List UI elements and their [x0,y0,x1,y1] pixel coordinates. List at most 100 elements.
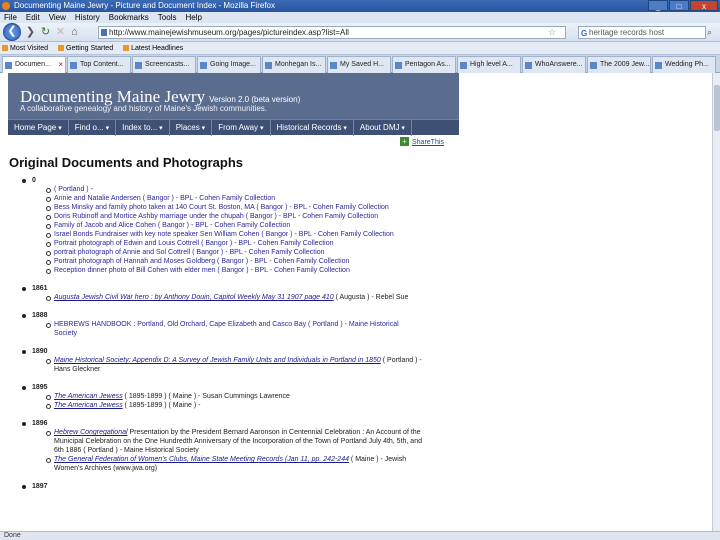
site-nav-item[interactable]: From Away [212,120,271,136]
item-list: HEBREWS HANDBOOK : Portland, Old Orchard… [32,320,422,338]
menu-tools[interactable]: Tools [158,12,177,23]
year-label: 0 [32,177,36,184]
bookmark-star-icon[interactable]: ☆ [548,27,556,38]
list-item: Portrait photograph of Hannah and Moses … [46,257,422,266]
item-details: ( 1895-1899 ) ( Maine ) - Susan Cummings… [122,393,290,400]
item-list: The American Jewess ( 1895-1899 ) ( Main… [32,392,422,410]
document-link[interactable]: Augusta Jewish Civil War hero : by Antho… [54,294,334,301]
browser-tab[interactable]: Top Content... [67,56,131,73]
item-details: ( Augusta ) - Rebel Sue [333,294,409,301]
document-link[interactable]: The American Jewess [54,393,123,400]
year-label: 1888 [32,312,48,319]
tab-label: My Saved H... [340,61,384,68]
bookmarks-toolbar: Most Visited Getting Started Latest Head… [0,42,720,55]
document-link[interactable]: Doris Rubinoff and Mortice Ashby marriag… [54,213,378,220]
bookmark-most-visited[interactable]: Most Visited [2,42,48,54]
menu-history[interactable]: History [75,12,100,23]
document-link[interactable]: portrait photograph of Annie and Sol Cot… [54,249,325,256]
year-group: 1890 Maine Historical Society: Appendix D… [22,347,422,374]
site-nav-item[interactable]: Find o... [69,120,117,136]
document-link[interactable]: Hebrew Congregational [54,429,128,436]
menu-edit[interactable]: Edit [26,12,40,23]
tab-label: Screencasts... [145,61,190,68]
menu-view[interactable]: View [49,12,66,23]
browser-tab[interactable]: High level A... [457,56,521,73]
tab-label: Documen... [15,61,51,68]
list-item: Doris Rubinoff and Mortice Ashby marriag… [46,212,422,221]
document-link[interactable]: Portrait photograph of Hannah and Moses … [54,258,349,265]
browser-tab[interactable]: Wedding Ph... [652,56,716,73]
tab-label: Wedding Ph... [665,61,709,68]
status-text: Done [4,532,21,539]
list-item: Annie and Natalie Andersen ( Bangor ) - … [46,194,422,203]
year-group: 1896 Hebrew Congregational Presentation b… [22,419,422,473]
menu-file[interactable]: File [4,12,17,23]
year-label: 1896 [32,420,48,427]
site-nav-item[interactable]: Index to... [116,120,170,136]
document-link[interactable]: Portrait photograph of Edwin and Louis C… [54,240,334,247]
list-item: portrait photograph of Annie and Sol Cot… [46,248,422,257]
forward-arrow-icon[interactable]: ❯ [23,25,38,40]
tab-label: WhoAnswere... [535,61,583,68]
item-list: ( Portland ) - Annie and Natalie Andersen… [32,185,422,275]
close-button[interactable]: x [690,0,718,11]
browser-tab[interactable]: Screencasts... [132,56,196,73]
scrollbar-thumb[interactable] [714,85,720,131]
firefox-icon [2,2,10,10]
site-nav-item[interactable]: Home Page [8,120,69,136]
browser-tab[interactable]: Monhegan Is... [262,56,326,73]
year-label: 1861 [32,285,48,292]
document-link[interactable]: Annie and Natalie Andersen ( Bangor ) - … [54,195,275,202]
list-item: Hebrew Congregational Presentation by th… [46,428,422,455]
window-titlebar: Documenting Maine Jewry - Picture and Do… [0,0,720,12]
reload-icon[interactable]: ↻ [38,25,53,40]
close-tab-icon[interactable]: × [58,57,63,72]
site-nav-item[interactable]: About DMJ [354,120,412,136]
document-link[interactable]: The American Jewess [54,402,123,409]
browser-tab[interactable]: WhoAnswere... [522,56,586,73]
year-label: 1895 [32,384,48,391]
maximize-button[interactable]: □ [669,0,689,11]
window-title: Documenting Maine Jewry - Picture and Do… [14,1,275,10]
document-link[interactable]: Family of Jacob and Alice Cohen ( Bangor… [54,222,290,229]
search-input[interactable]: G heritage records host [578,26,706,39]
vertical-scrollbar[interactable] [712,73,720,531]
browser-tab[interactable]: Pentagon As... [392,56,456,73]
search-magnifier-icon[interactable]: ⌕ [707,27,712,38]
list-item: ( Portland ) - [46,185,422,194]
browser-tab[interactable]: The 2009 Jew... [587,56,651,73]
document-link[interactable]: HEBREWS HANDBOOK : Portland, Old Orchard… [54,321,399,337]
browser-tab[interactable]: My Saved H... [327,56,391,73]
list-item: Bess Minsky and family photo taken at 14… [46,203,422,212]
minimize-button[interactable]: _ [648,0,668,11]
browser-tab[interactable]: Documen... × [2,56,66,73]
menu-bookmarks[interactable]: Bookmarks [109,12,149,23]
home-icon[interactable]: ⌂ [67,25,82,40]
list-item: Reception dinner photo of Bill Cohen wit… [46,266,422,275]
year-group: 0 ( Portland ) - Annie and Natalie Anderse… [22,176,422,275]
tab-label: Monhegan Is... [275,61,322,68]
menu-help[interactable]: Help [185,12,201,23]
year-label: 1897 [32,483,48,490]
tab-strip: Documen... × Top Content... Screencasts... G… [0,55,720,73]
address-bar[interactable]: http://www.mainejewishmuseum.org/pages/p… [98,26,566,39]
bookmark-latest-headlines[interactable]: Latest Headlines [123,42,183,54]
document-link[interactable]: ( Portland ) - [54,186,93,193]
document-link[interactable]: Reception dinner photo of Bill Cohen wit… [54,267,350,274]
site-subtitle: A collaborative genealogy and history of… [20,104,267,113]
browser-tab[interactable]: Going Image... [197,56,261,73]
document-link[interactable]: The General Federation of Women's Clubs,… [54,456,349,463]
document-link[interactable]: Israel Bonds Fundraiser with key note sp… [54,231,394,238]
bookmark-getting-started[interactable]: Getting Started [58,42,113,54]
back-arrow-icon[interactable]: ❮ [3,23,21,41]
document-link[interactable]: Bess Minsky and family photo taken at 14… [54,204,389,211]
tab-label: Going Image... [210,61,256,68]
navigation-toolbar: ❮ ❯ ↻ ✕ ⌂ http://www.mainejewishmuseum.o… [0,23,720,42]
list-item: Portrait photograph of Edwin and Louis C… [46,239,422,248]
document-link[interactable]: Maine Historical Society: Appendix D: A … [54,357,381,364]
year-label: 1890 [32,348,48,355]
site-nav-item[interactable]: Places [170,120,213,136]
share-this-link[interactable]: ShareThis [400,137,444,146]
site-nav-item[interactable]: Historical Records [271,120,354,136]
stop-icon[interactable]: ✕ [53,25,68,40]
